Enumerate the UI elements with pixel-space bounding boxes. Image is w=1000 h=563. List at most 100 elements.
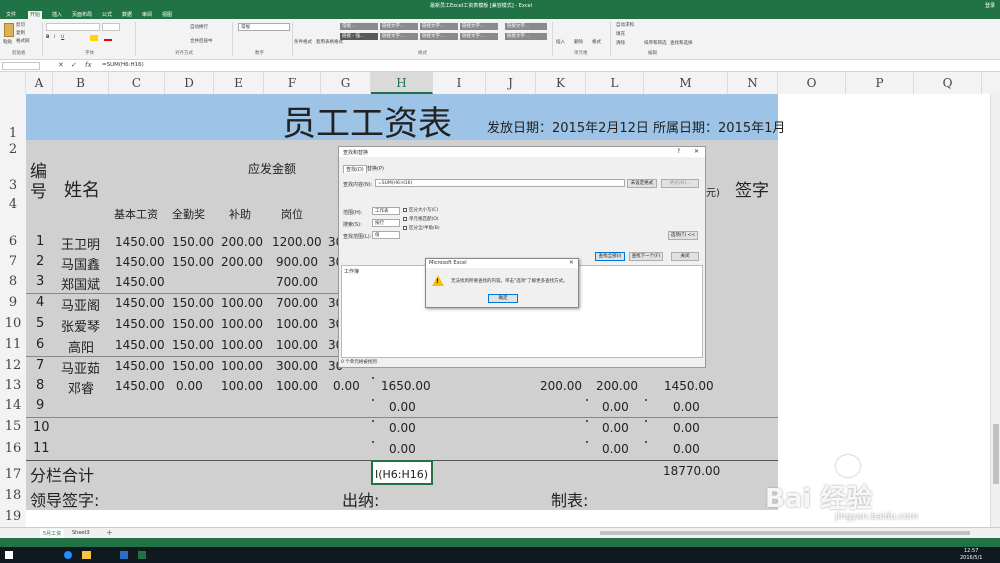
format-painter-button[interactable]: 格式刷: [16, 38, 30, 44]
style-item[interactable]: 链接文字...: [380, 23, 418, 30]
cell-value[interactable]: 100.00: [276, 379, 318, 393]
format-as-table-button[interactable]: 套用表格格式: [316, 39, 343, 45]
bold-button[interactable]: B: [46, 35, 49, 40]
cancel-icon[interactable]: ✕: [58, 61, 64, 69]
cell-value[interactable]: 1450.00: [115, 275, 165, 289]
cell-number[interactable]: 8: [36, 378, 44, 393]
col-header-k[interactable]: K: [536, 72, 586, 94]
row-header[interactable]: 15: [0, 416, 26, 438]
underline-button[interactable]: U: [61, 35, 64, 40]
cell-value[interactable]: 150.00: [172, 296, 214, 310]
col-header-i[interactable]: I: [433, 72, 486, 94]
row-header[interactable]: 6: [0, 218, 26, 252]
cell-value[interactable]: 200.00: [221, 255, 263, 269]
cell-value[interactable]: 0.00: [389, 442, 416, 456]
font-color-icon[interactable]: [104, 35, 112, 41]
col-header-j[interactable]: J: [486, 72, 536, 94]
paste-icon[interactable]: [4, 23, 14, 37]
cell-number[interactable]: 11: [33, 441, 50, 456]
cell-l13[interactable]: 200.00: [596, 379, 638, 393]
tab-data[interactable]: 数据: [120, 11, 134, 19]
excel-icon[interactable]: [138, 551, 146, 559]
sort-filter-button[interactable]: 排序和筛选: [644, 40, 667, 46]
cell-number[interactable]: 3: [36, 274, 44, 289]
fill-button[interactable]: 填充: [616, 31, 625, 37]
edge-icon[interactable]: [64, 551, 72, 559]
cell-value[interactable]: 0.00: [673, 442, 700, 456]
col-header-c[interactable]: C: [109, 72, 165, 94]
cell-value[interactable]: 100.00: [221, 338, 263, 352]
cell-value[interactable]: 0.00: [176, 379, 203, 393]
clear-button[interactable]: 清除: [616, 40, 625, 46]
results-col-workbook[interactable]: 工作簿: [344, 268, 359, 275]
find-all-button[interactable]: 查找全部(I): [595, 252, 625, 261]
cell-number[interactable]: 1: [36, 234, 44, 249]
cell-number[interactable]: 6: [36, 337, 44, 352]
cell-value[interactable]: 1450.00: [115, 235, 165, 249]
style-item[interactable]: 链接文字...: [460, 33, 498, 40]
search-select[interactable]: 按行: [372, 219, 400, 227]
format-button[interactable]: 格式(M)...: [661, 179, 699, 188]
total-m[interactable]: 18770.00: [663, 464, 720, 478]
enter-icon[interactable]: ✓: [71, 61, 77, 69]
cell-value[interactable]: 100.00: [221, 379, 263, 393]
cell-name[interactable]: 高阳: [68, 337, 94, 356]
col-header-l[interactable]: L: [586, 72, 644, 94]
number-format-select[interactable]: 常规: [238, 23, 290, 31]
cell-value[interactable]: 1450.00: [115, 317, 165, 331]
cell-number[interactable]: 7: [36, 358, 44, 373]
conditional-format-button[interactable]: 条件格式: [294, 39, 312, 45]
tab-formulas[interactable]: 公式: [100, 11, 114, 19]
cell-value[interactable]: 300.00: [276, 359, 318, 373]
tab-home[interactable]: 开始: [28, 11, 43, 19]
find-next-button[interactable]: 查找下一个(F): [629, 252, 663, 261]
tab-page-layout[interactable]: 页面布局: [70, 11, 94, 19]
merge-center-button[interactable]: 合并后居中: [190, 38, 213, 44]
style-item[interactable]: 链接文字...: [505, 33, 547, 40]
cell-value[interactable]: 0.00: [602, 442, 629, 456]
cell-value[interactable]: 150.00: [172, 317, 214, 331]
options-button[interactable]: 选项(T) <<: [668, 231, 698, 240]
app-icon[interactable]: [120, 551, 128, 559]
scrollbar-thumb[interactable]: [993, 424, 999, 484]
name-box[interactable]: [2, 62, 40, 70]
cut-button[interactable]: 剪切: [16, 22, 25, 28]
autosum-button[interactable]: 自动求和: [616, 22, 634, 28]
col-header-e[interactable]: E: [214, 72, 264, 94]
cell-number[interactable]: 5: [36, 316, 44, 331]
match-case-checkbox[interactable]: [403, 208, 407, 212]
col-header-m[interactable]: M: [644, 72, 728, 94]
row-header[interactable]: 11: [0, 334, 26, 356]
delete-cells-button[interactable]: 删除: [574, 39, 583, 45]
font-name-select[interactable]: [46, 23, 100, 31]
formula-input[interactable]: =SUM(H6:H16): [102, 62, 144, 68]
msgbox-close-icon[interactable]: ✕: [569, 260, 574, 266]
tab-view[interactable]: 视图: [160, 11, 174, 19]
tab-replace[interactable]: 替换(P): [367, 165, 384, 172]
within-select[interactable]: 工作表: [372, 207, 400, 215]
row-header[interactable]: 18: [0, 486, 26, 506]
copy-button[interactable]: 复制: [16, 30, 25, 36]
cell-number[interactable]: 2: [36, 254, 44, 269]
style-item[interactable]: 链接文字...: [380, 33, 418, 40]
cell-value[interactable]: 100.00: [221, 296, 263, 310]
col-header-n[interactable]: N: [728, 72, 778, 94]
find-select-button[interactable]: 查找和选择: [670, 40, 693, 46]
row-header[interactable]: 12: [0, 356, 26, 376]
cell-value[interactable]: 0.00: [333, 379, 360, 393]
row-header[interactable]: 14: [0, 396, 26, 416]
cell-m13[interactable]: 1450.00: [664, 379, 714, 393]
cell-value[interactable]: 1450.00: [115, 296, 165, 310]
windows-start-icon[interactable]: [5, 551, 13, 559]
match-cell-checkbox[interactable]: [403, 217, 407, 221]
cell-value[interactable]: 100.00: [221, 359, 263, 373]
cell-value[interactable]: 150.00: [172, 235, 214, 249]
format-cells-button[interactable]: 格式: [592, 39, 601, 45]
cell-value[interactable]: 150.00: [172, 255, 214, 269]
help-icon[interactable]: ?: [677, 148, 680, 155]
tab-review[interactable]: 审阅: [140, 11, 154, 19]
cell-value[interactable]: 1450.00: [115, 255, 165, 269]
fill-color-icon[interactable]: [90, 35, 98, 41]
row-header[interactable]: 8: [0, 272, 26, 292]
cell-value[interactable]: 150.00: [172, 359, 214, 373]
